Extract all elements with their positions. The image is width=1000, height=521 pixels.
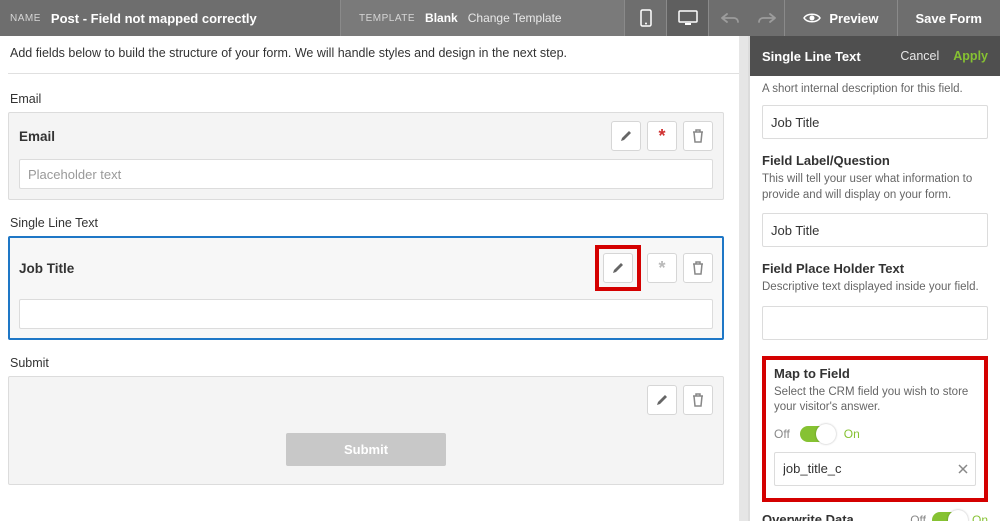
submit-button-preview: Submit [286, 433, 446, 466]
delete-field-button[interactable] [683, 253, 713, 283]
undo-icon [721, 13, 739, 23]
asterisk-icon: * [658, 258, 665, 279]
toggle-off-label: Off [774, 427, 790, 441]
field-settings-panel: Single Line Text Cancel Apply A short in… [750, 36, 1000, 521]
redo-icon [758, 13, 776, 23]
internal-desc-hint: A short internal description for this fi… [762, 83, 988, 95]
clear-map-button[interactable] [958, 464, 968, 474]
field-card-email[interactable]: Email * [8, 112, 724, 200]
template-value: Blank [425, 11, 458, 25]
top-bar: NAME Post - Field not mapped correctly T… [0, 0, 1000, 36]
mobile-view-button[interactable] [624, 0, 666, 36]
form-fields-area: Email Email * Singl [8, 92, 748, 485]
trash-icon [692, 261, 704, 275]
map-to-field-input[interactable] [774, 452, 976, 486]
x-icon [958, 464, 968, 474]
field-label-title: Field Label/Question [762, 153, 988, 168]
undo-button[interactable] [708, 0, 750, 36]
placeholder-hint: Descriptive text displayed inside your f… [762, 280, 988, 296]
canvas-scrollbar[interactable] [739, 36, 748, 521]
asterisk-icon: * [658, 126, 665, 147]
toggle-off-label: Off [910, 513, 926, 521]
desktop-icon [678, 10, 698, 26]
body: Add fields below to build the structure … [0, 36, 1000, 521]
map-toggle-row: Off On [774, 426, 976, 442]
edit-field-button[interactable] [611, 121, 641, 151]
pencil-icon [619, 129, 633, 143]
overwrite-title: Overwrite Data [762, 512, 910, 521]
field-label-hint: This will tell your user what informatio… [762, 172, 988, 203]
field-title-email: Email [19, 129, 611, 144]
form-name-section: NAME Post - Field not mapped correctly [0, 0, 340, 36]
desktop-view-button[interactable] [666, 0, 708, 36]
form-name-label: NAME [10, 13, 41, 24]
template-section: TEMPLATE Blank Change Template [340, 0, 624, 36]
field-card-submit[interactable]: Submit [8, 376, 724, 485]
panel-title: Single Line Text [762, 49, 900, 64]
placeholder-title: Field Place Holder Text [762, 261, 988, 276]
field-type-label-submit: Submit [10, 356, 724, 370]
overwrite-toggle[interactable] [932, 512, 966, 521]
canvas-instructions: Add fields below to build the structure … [8, 44, 748, 60]
divider [8, 73, 748, 74]
email-field-input[interactable] [19, 159, 713, 189]
form-name-value[interactable]: Post - Field not mapped correctly [51, 11, 257, 26]
trash-icon [692, 393, 704, 407]
preview-label: Preview [829, 11, 878, 26]
required-toggle-button[interactable]: * [647, 253, 677, 283]
panel-body: A short internal description for this fi… [750, 76, 1000, 521]
apply-button[interactable]: Apply [953, 49, 988, 63]
pencil-icon [655, 393, 669, 407]
field-type-label-email: Email [10, 92, 724, 106]
pencil-icon [611, 261, 625, 275]
edit-field-highlight [595, 245, 641, 291]
delete-field-button[interactable] [683, 121, 713, 151]
save-form-label: Save Form [916, 11, 982, 26]
cancel-button[interactable]: Cancel [900, 49, 939, 63]
delete-field-button[interactable] [683, 385, 713, 415]
panel-header: Single Line Text Cancel Apply [750, 36, 1000, 76]
redo-button[interactable] [750, 0, 784, 36]
internal-description-input[interactable] [762, 105, 988, 139]
map-to-field-title: Map to Field [774, 366, 976, 381]
job-title-field-input[interactable] [19, 299, 713, 329]
edit-field-button[interactable] [603, 253, 633, 283]
overwrite-row: Overwrite Data Replaces existing data in… [762, 512, 988, 521]
field-title-job: Job Title [19, 261, 595, 276]
placeholder-input[interactable] [762, 306, 988, 340]
map-to-field-hint: Select the CRM field you wish to store y… [774, 385, 976, 416]
mobile-icon [640, 9, 652, 27]
required-toggle-button[interactable]: * [647, 121, 677, 151]
field-type-label-slt: Single Line Text [10, 216, 724, 230]
trash-icon [692, 129, 704, 143]
map-to-field-toggle[interactable] [800, 426, 834, 442]
map-to-field-highlight: Map to Field Select the CRM field you wi… [762, 356, 988, 502]
toggle-on-label: On [844, 427, 860, 441]
preview-button[interactable]: Preview [784, 0, 896, 36]
change-template-link[interactable]: Change Template [468, 11, 562, 25]
eye-icon [803, 12, 821, 24]
save-form-button[interactable]: Save Form [897, 0, 1000, 36]
field-label-input[interactable] [762, 213, 988, 247]
field-card-job-title[interactable]: Job Title * [8, 236, 724, 340]
edit-field-button[interactable] [647, 385, 677, 415]
toggle-on-label: On [972, 513, 988, 521]
form-canvas: Add fields below to build the structure … [0, 36, 750, 521]
template-label: TEMPLATE [359, 13, 415, 24]
